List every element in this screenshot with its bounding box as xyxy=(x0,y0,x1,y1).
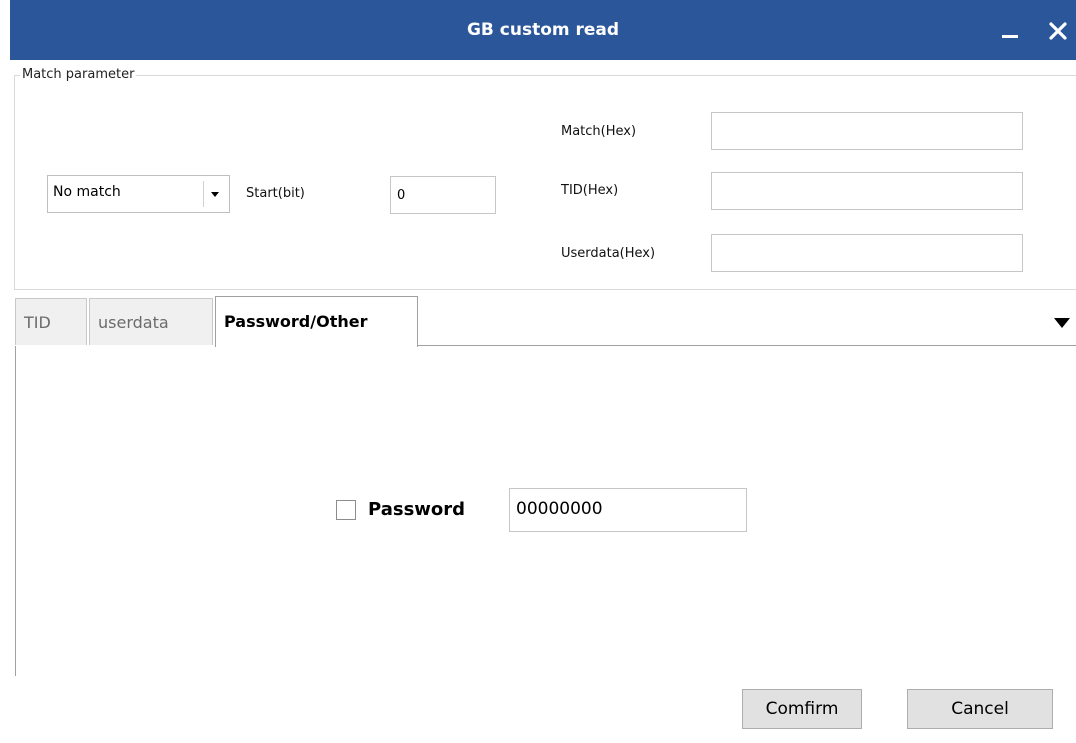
tab-password-other[interactable]: Password/Other xyxy=(215,296,418,347)
userdata-hex-label: Userdata(Hex) xyxy=(561,246,656,261)
title-bar: GB custom read xyxy=(10,0,1076,60)
tid-hex-label: TID(Hex) xyxy=(561,183,619,198)
tab-panel-border xyxy=(15,346,16,676)
match-hex-label: Match(Hex) xyxy=(561,124,637,139)
match-mode-value: No match xyxy=(53,184,121,200)
window-title: GB custom read xyxy=(466,20,620,40)
match-hex-input[interactable] xyxy=(711,112,1023,150)
tab-userdata[interactable]: userdata xyxy=(89,298,213,345)
tab-overflow-button[interactable] xyxy=(1054,313,1074,329)
cancel-button[interactable]: Cancel xyxy=(907,689,1053,729)
tid-hex-input[interactable] xyxy=(711,172,1023,210)
tab-tid[interactable]: TID xyxy=(15,298,87,345)
caret-down-icon xyxy=(1054,318,1070,328)
match-parameter-legend: Match parameter xyxy=(20,66,137,84)
tab-strip-border xyxy=(417,345,1076,346)
password-checkbox[interactable] xyxy=(336,500,356,520)
close-icon xyxy=(1049,22,1067,40)
chevron-down-icon xyxy=(211,192,219,197)
match-mode-dropdown-button[interactable] xyxy=(203,181,225,207)
password-input[interactable]: 00000000 xyxy=(509,488,747,532)
password-label: Password xyxy=(368,499,466,520)
window-edge xyxy=(0,0,10,743)
start-bit-input[interactable]: 0 xyxy=(390,176,496,214)
match-mode-select[interactable]: No match xyxy=(47,175,230,213)
close-button[interactable] xyxy=(1040,0,1076,60)
minimize-icon xyxy=(1002,35,1018,38)
start-bit-label: Start(bit) xyxy=(246,186,305,201)
userdata-hex-input[interactable] xyxy=(711,234,1023,272)
minimize-button[interactable] xyxy=(992,0,1028,60)
confirm-button[interactable]: Comfirm xyxy=(742,689,862,729)
